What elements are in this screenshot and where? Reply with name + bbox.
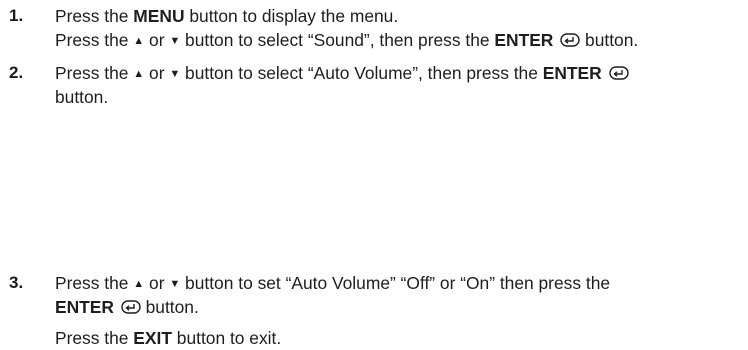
instruction-line: Press the ▲ or ▼ button to select “Sound… [55, 30, 639, 50]
enter-button-label: ENTER [55, 297, 114, 317]
up-triangle-icon: ▲ [133, 35, 145, 47]
step-number: 2. [9, 63, 24, 82]
menu-button-label: MENU [133, 6, 185, 26]
down-triangle-icon: ▼ [169, 35, 181, 47]
instruction-line: Press the ▲ or ▼ button to select “Auto … [55, 61, 629, 86]
enter-button-label: ENTER [542, 63, 602, 83]
enter-return-icon [121, 300, 141, 314]
step-number: 1. [9, 6, 24, 25]
up-triangle-icon: ▲ [133, 68, 145, 80]
step-number: 3. [9, 273, 24, 292]
enter-return-icon [608, 66, 629, 80]
enter-return-icon [560, 33, 580, 47]
instruction-line: Press the MENU button to display the men… [55, 6, 399, 26]
instruction-line: button. [55, 87, 109, 107]
instruction-line: Press the ▲ or ▼ button to set “Auto Vol… [55, 273, 611, 293]
down-triangle-icon: ▼ [169, 278, 181, 290]
up-triangle-icon: ▲ [133, 278, 145, 290]
enter-button-label: ENTER [494, 30, 554, 50]
down-triangle-icon: ▼ [169, 68, 181, 80]
exit-button-label: EXIT [133, 328, 172, 348]
instruction-line: ENTER button. [55, 297, 199, 317]
instruction-line: Press the EXIT button to exit. [55, 328, 282, 348]
